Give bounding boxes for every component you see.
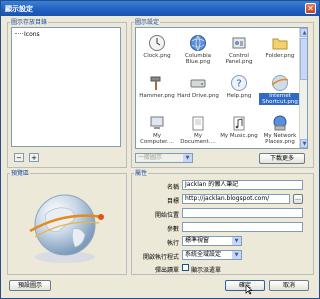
icon-tile[interactable]: My Computer.... xyxy=(136,114,178,148)
open-with-value: 系統全域設定 xyxy=(185,251,222,258)
mouse-cursor-icon xyxy=(245,284,253,295)
preview-label: 預覽區 xyxy=(10,168,31,177)
control-panel-icon xyxy=(232,37,246,49)
parameters-label: 參數 xyxy=(166,226,179,233)
icon-grid-scrollbar[interactable]: ▲ ▼ xyxy=(299,28,307,148)
settings-dialog: 顯示設定 ✕ 圖示存放目錄 Icons − + 圖示設定 Clock.png Co… xyxy=(0,0,320,299)
cancel-button[interactable]: 取消 xyxy=(269,280,309,291)
hammer-icon xyxy=(150,76,161,90)
properties-label: 屬性 xyxy=(134,168,149,177)
icon-tile-label: Control Panel.png xyxy=(225,53,253,65)
icon-tile-label: My Computer.... xyxy=(140,133,174,145)
icon-tile-label: Internet Shortcut.png xyxy=(259,93,301,105)
icon-directory-label: 圖示存放目錄 xyxy=(10,17,49,26)
documents-icon xyxy=(192,116,204,131)
svg-text:?: ? xyxy=(236,79,241,90)
name-label: 名稱 xyxy=(166,184,179,191)
hard-drive-icon xyxy=(190,79,206,88)
add-folder-button[interactable]: + xyxy=(29,153,39,162)
confirm-checkbox-label: 顯示派遣單 xyxy=(191,267,222,274)
confirm-label: 彈出讀單 xyxy=(154,267,179,274)
icon-tile-label: Clock.png xyxy=(143,53,171,59)
remove-folder-button[interactable]: − xyxy=(14,153,24,162)
tree-item-icons[interactable]: Icons xyxy=(24,31,40,38)
close-button[interactable]: ✕ xyxy=(305,3,316,14)
icon-style-select[interactable]: 一般圖示 ▼ xyxy=(135,153,193,163)
confirm-checkbox[interactable] xyxy=(182,264,189,271)
chevron-down-icon: ▼ xyxy=(183,154,192,162)
icon-tile[interactable]: Internet Shortcut.png xyxy=(259,74,301,112)
computer-icon xyxy=(150,116,164,129)
start-position-label: 開始位置 xyxy=(154,212,179,219)
name-field[interactable]: Jacklan 的懶人筆記 xyxy=(182,180,303,190)
icon-tile-label: Help.png xyxy=(226,93,252,99)
icon-tile-label: Hammer.png xyxy=(139,93,175,99)
internet-shortcut-icon xyxy=(271,75,289,91)
scroll-down-arrow[interactable]: ▼ xyxy=(300,139,307,148)
window-title: 顯示設定 xyxy=(5,5,33,13)
scroll-thumb[interactable] xyxy=(300,38,307,80)
chevron-down-icon: ▼ xyxy=(232,251,241,259)
icon-tile[interactable]: My Music.png xyxy=(218,114,260,148)
icon-style-value: 一般圖示 xyxy=(138,154,163,161)
run-mode-value: 標準視窗 xyxy=(185,237,210,244)
default-icon-button[interactable]: 預設圖示 xyxy=(9,280,51,291)
icon-tile-label: My Music.png xyxy=(220,133,258,139)
parameters-field[interactable] xyxy=(182,222,303,232)
globe-icon xyxy=(190,35,206,52)
help-icon: ? xyxy=(231,75,247,91)
icon-tile[interactable]: Control Panel.png xyxy=(218,34,260,72)
icon-tile[interactable]: My Document.... xyxy=(177,114,219,148)
directory-tree[interactable]: Icons xyxy=(11,27,121,147)
browse-button[interactable]: ... xyxy=(293,194,303,204)
scroll-up-arrow[interactable]: ▲ xyxy=(300,28,307,37)
clock-icon xyxy=(149,35,165,51)
icon-tile[interactable]: Hard Drive.png xyxy=(177,74,219,112)
icon-tile[interactable]: Clock.png xyxy=(136,34,178,72)
icon-grid[interactable]: Clock.png Columbia Blue.png Control Panel.… xyxy=(135,27,308,149)
icon-tile[interactable]: Hammer.png xyxy=(136,74,178,112)
title-bar: 顯示設定 ✕ xyxy=(1,1,319,16)
icon-tile-label: My Document.... xyxy=(180,133,216,145)
icon-tile[interactable]: Columbia Blue.png xyxy=(177,34,219,72)
icon-tile[interactable]: ? Help.png xyxy=(218,74,260,112)
target-label: 目標 xyxy=(166,198,179,205)
icon-tile-label: Folder.png xyxy=(265,53,295,59)
icon-tile-label: My Network Places.png xyxy=(263,133,297,145)
run-mode-label: 執行 xyxy=(166,240,179,247)
folder-icon xyxy=(272,38,288,50)
target-field[interactable]: http://jacklan.blogspot.com/ xyxy=(182,194,290,204)
icon-settings-label: 圖示設定 xyxy=(134,17,161,26)
icon-tile-label: Columbia Blue.png xyxy=(185,53,211,65)
tree-connector xyxy=(15,33,23,34)
open-with-label: 開啟執行程式 xyxy=(142,254,179,261)
icon-tile-label: Hard Drive.png xyxy=(177,93,219,99)
icon-grid-inner: Clock.png Columbia Blue.png Control Panel.… xyxy=(136,28,301,148)
chevron-down-icon: ▼ xyxy=(232,237,241,245)
run-mode-select[interactable]: 標準視窗 ▼ xyxy=(182,236,242,246)
start-position-field[interactable] xyxy=(182,208,303,218)
open-with-select[interactable]: 系統全域設定 ▼ xyxy=(182,250,242,260)
music-icon xyxy=(233,116,245,131)
network-icon xyxy=(273,115,287,131)
internet-globe-preview-icon xyxy=(29,194,104,263)
icon-tile[interactable]: My Network Places.png xyxy=(259,114,301,148)
download-more-button[interactable]: 下載更多 xyxy=(259,153,305,164)
icon-tile[interactable]: Folder.png xyxy=(259,34,301,72)
